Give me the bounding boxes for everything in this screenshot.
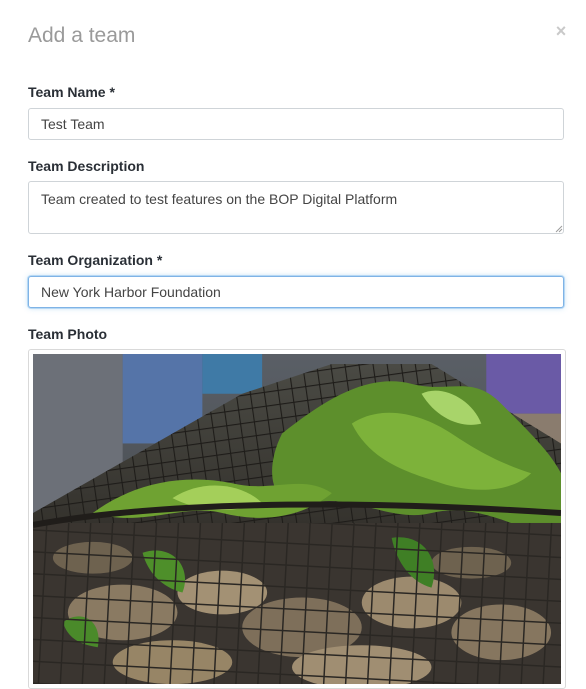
- team-photo-frame[interactable]: [28, 349, 566, 689]
- team-organization-label: Team Organization *: [28, 252, 163, 268]
- resize-grip-icon[interactable]: [555, 225, 563, 233]
- team-photo-label: Team Photo: [28, 326, 108, 342]
- team-name-input[interactable]: [28, 108, 564, 140]
- team-name-label: Team Name *: [28, 84, 115, 100]
- team-description-textarea[interactable]: Team created to test features on the BOP…: [28, 181, 564, 234]
- team-description-label: Team Description: [28, 158, 145, 174]
- team-photo-image: [33, 354, 561, 684]
- modal-title: Add a team: [28, 24, 136, 47]
- close-icon[interactable]: ×: [552, 20, 570, 42]
- team-organization-input[interactable]: [28, 276, 564, 308]
